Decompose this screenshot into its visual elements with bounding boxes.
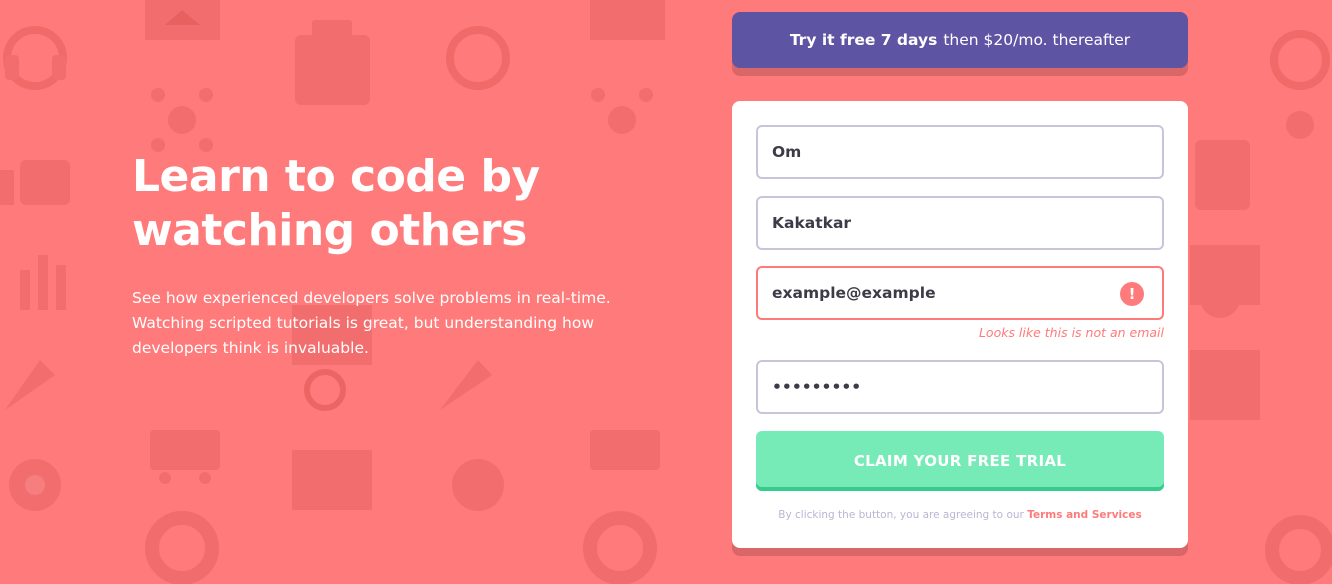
lifebuoy-icon — [145, 511, 219, 584]
promo-banner: Try it free 7 days then $20/mo. thereaft… — [732, 12, 1188, 68]
first-name-field[interactable] — [756, 125, 1164, 179]
hero-section: Learn to code by watching others See how… — [132, 150, 652, 361]
password-field[interactable] — [756, 360, 1164, 414]
headset-icon — [1270, 30, 1330, 90]
password-input[interactable] — [758, 362, 1102, 412]
promo-bold-text: Try it free 7 days — [789, 31, 938, 49]
hero-description: See how experienced developers solve pro… — [132, 289, 611, 357]
claim-trial-button[interactable]: CLAIM YOUR FREE TRIAL — [756, 431, 1164, 491]
rocket-icon — [440, 360, 492, 410]
email-input[interactable] — [758, 268, 1102, 318]
gear-icon — [452, 459, 504, 511]
document-icon — [1190, 245, 1260, 420]
magnifier-icon — [304, 369, 346, 411]
thumbs-up-icon — [1195, 140, 1250, 210]
thumbs-up-icon — [0, 160, 70, 205]
terms-prefix: By clicking the button, you are agreeing… — [778, 509, 1024, 521]
error-icon: ! — [1120, 282, 1144, 306]
rocket-icon — [5, 360, 55, 410]
lifebuoy-icon — [583, 511, 657, 584]
hero-title: Learn to code by watching others — [132, 151, 540, 256]
house-icon — [145, 0, 220, 40]
toolbox-icon — [295, 20, 370, 105]
network-icon — [1286, 111, 1314, 139]
last-name-input[interactable] — [758, 198, 1102, 248]
email-error-message: Looks like this is not an email — [978, 325, 1164, 340]
headset-icon — [3, 26, 67, 90]
cart-icon — [590, 430, 660, 470]
network-icon — [151, 88, 213, 152]
chart-icon — [20, 255, 66, 310]
lifebuoy-icon — [1265, 515, 1332, 584]
cart-icon — [150, 430, 220, 484]
network-icon — [591, 88, 653, 134]
terms-link[interactable]: Terms and Services — [1027, 509, 1142, 521]
terms-notice: By clicking the button, you are agreeing… — [732, 509, 1188, 521]
last-name-field[interactable] — [756, 196, 1164, 250]
first-name-input[interactable] — [758, 127, 1102, 177]
promo-rest-text: then $20/mo. thereafter — [943, 31, 1131, 49]
headset-icon — [446, 26, 510, 90]
signup-form: ! Looks like this is not an email CLAIM … — [732, 101, 1188, 548]
email-field[interactable]: ! — [756, 266, 1164, 320]
house-icon — [590, 0, 665, 40]
gear-icon — [9, 459, 61, 511]
